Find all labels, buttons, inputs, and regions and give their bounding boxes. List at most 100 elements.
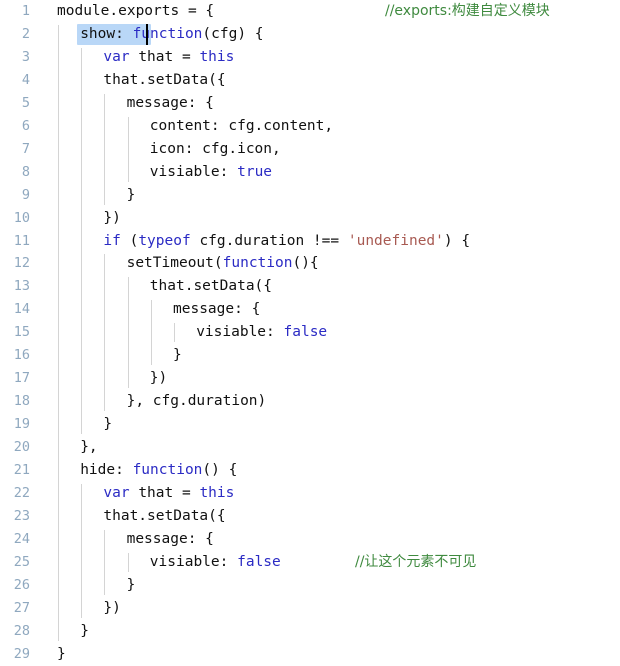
code-line-text: } [80, 620, 89, 643]
code-line-text: }, [80, 436, 97, 459]
line-number: 19 [13, 416, 30, 433]
code-token-plain: } [173, 347, 182, 364]
code-token-keyword: function [132, 25, 203, 42]
code-token-plain: visiable: [196, 324, 284, 341]
line-number: 14 [13, 301, 30, 318]
comment-hide-element: //让这个元素不可见 [355, 553, 477, 570]
code-line[interactable]: 2 show: function(cfg) { [0, 23, 620, 46]
code-token-plain: hide: [80, 462, 133, 478]
code-line[interactable]: 9} [0, 184, 620, 207]
code-token-plain: visiable: [149, 163, 238, 180]
code-line-text: setTimeout(function(){ [127, 252, 319, 275]
code-line-text: content: cfg.content, [150, 115, 333, 138]
code-line[interactable]: 23 that.setData({ [0, 505, 620, 528]
code-line-text: that.setData({ [103, 69, 225, 92]
code-token-plain: }) [103, 599, 121, 616]
code-token-plain: that = [129, 484, 200, 501]
code-token-plain: }) [103, 209, 121, 226]
code-line[interactable]: 24 message: { [0, 528, 620, 551]
code-line-text: if (typeof cfg.duration !== 'undefined')… [103, 230, 470, 253]
code-line[interactable]: 8 visiable: true [0, 161, 620, 184]
line-number: 7 [21, 140, 30, 157]
code-line[interactable]: 27}) [0, 597, 620, 620]
code-line-text: message: { [173, 298, 260, 321]
code-line-text: } [173, 344, 182, 367]
line-number: 13 [13, 278, 30, 295]
code-line-text: module.exports = { [57, 0, 214, 23]
line-number: 12 [13, 255, 30, 272]
line-number: 17 [13, 370, 30, 387]
code-line[interactable]: 12 setTimeout(function(){ [0, 252, 620, 275]
text-caret [146, 23, 149, 45]
code-token-plain: }, [80, 439, 98, 456]
code-line-text: hide: function() { [80, 459, 237, 482]
code-line[interactable]: 3 var that = this [0, 46, 620, 69]
code-line[interactable]: 7 icon: cfg.icon, [0, 138, 620, 161]
code-token-plain: () { [202, 462, 238, 478]
code-line-text: visiable: false [196, 321, 327, 344]
code-line[interactable]: 17}) [0, 367, 620, 390]
code-token-plain: }) [149, 370, 168, 387]
line-number: 29 [13, 645, 30, 662]
code-token-plain: (cfg) { [202, 25, 264, 42]
code-line[interactable]: 28} [0, 620, 620, 643]
code-line-text: visiable: false [150, 551, 281, 574]
line-number: 23 [13, 507, 30, 524]
line-number: 6 [21, 117, 30, 134]
code-line[interactable]: 16} [0, 344, 620, 367]
code-token-keyword: this [199, 48, 235, 65]
line-number: 4 [21, 71, 30, 88]
code-line[interactable]: 5 message: { [0, 92, 620, 115]
code-lines-container[interactable]: 1 module.exports = { 2 show: function(cfg) … [0, 0, 620, 666]
code-token-plain: that.setData({ [103, 71, 226, 88]
code-token-boolean: false [237, 553, 281, 570]
code-line[interactable]: 25 visiable: false [0, 551, 620, 574]
code-line-text: var that = this [103, 482, 234, 505]
code-token-plain: ( [120, 232, 139, 249]
code-line-text: }) [150, 367, 167, 390]
line-number: 10 [13, 209, 30, 226]
line-number: 11 [13, 232, 30, 249]
code-line[interactable]: 6 content: cfg.content, [0, 115, 620, 138]
line-number: 27 [13, 599, 30, 616]
code-line-text: that.setData({ [150, 275, 272, 298]
code-line[interactable]: 4 that.setData({ [0, 69, 620, 92]
code-line[interactable]: 19} [0, 413, 620, 436]
line-number: 28 [13, 622, 30, 639]
code-token-keyword: var [103, 484, 130, 501]
code-line[interactable]: 10}) [0, 207, 620, 230]
code-line[interactable]: 26} [0, 574, 620, 597]
code-line[interactable]: 15 visiable: false [0, 321, 620, 344]
code-editor[interactable]: 1 module.exports = { 2 show: function(cfg) … [0, 0, 620, 666]
code-line[interactable]: 18}, cfg.duration) [0, 390, 620, 413]
code-token-plain: visiable: [149, 553, 238, 570]
code-token-boolean: false [283, 324, 328, 341]
code-line-text: }) [103, 597, 120, 620]
line-number: 8 [21, 163, 30, 180]
code-line[interactable]: 29} [0, 643, 620, 666]
code-line[interactable]: 13 that.setData({ [0, 275, 620, 298]
code-line[interactable]: 11 if (typeof cfg.duration !== 'undefined… [0, 230, 620, 253]
line-number: 1 [21, 3, 30, 19]
code-line-text: }, cfg.duration) [127, 390, 267, 413]
line-number: 22 [13, 484, 30, 501]
code-line-text: }) [103, 207, 120, 230]
code-line[interactable]: 22 var that = this [0, 482, 620, 505]
code-token-keyword: function [132, 462, 203, 478]
code-line[interactable]: 14 message: { [0, 298, 620, 321]
code-line-text: } [103, 413, 112, 436]
line-number: 9 [21, 186, 30, 203]
code-line-text: message: { [127, 528, 214, 551]
code-line[interactable]: 21 hide: function() { [0, 459, 620, 482]
code-line-text: icon: cfg.icon, [150, 138, 281, 161]
line-number: 2 [21, 25, 30, 42]
code-token-plain: module.exports = { [57, 3, 215, 19]
code-token-plain: icon: cfg.icon, [149, 140, 281, 157]
code-token-plain: that = [129, 48, 200, 65]
line-number: 21 [13, 462, 30, 478]
code-line-text: show: function(cfg) { [80, 23, 263, 46]
code-line[interactable]: 20}, [0, 436, 620, 459]
code-token-plain: message: { [126, 94, 214, 111]
code-line-text: } [127, 184, 136, 207]
code-token-plain: } [126, 186, 136, 203]
